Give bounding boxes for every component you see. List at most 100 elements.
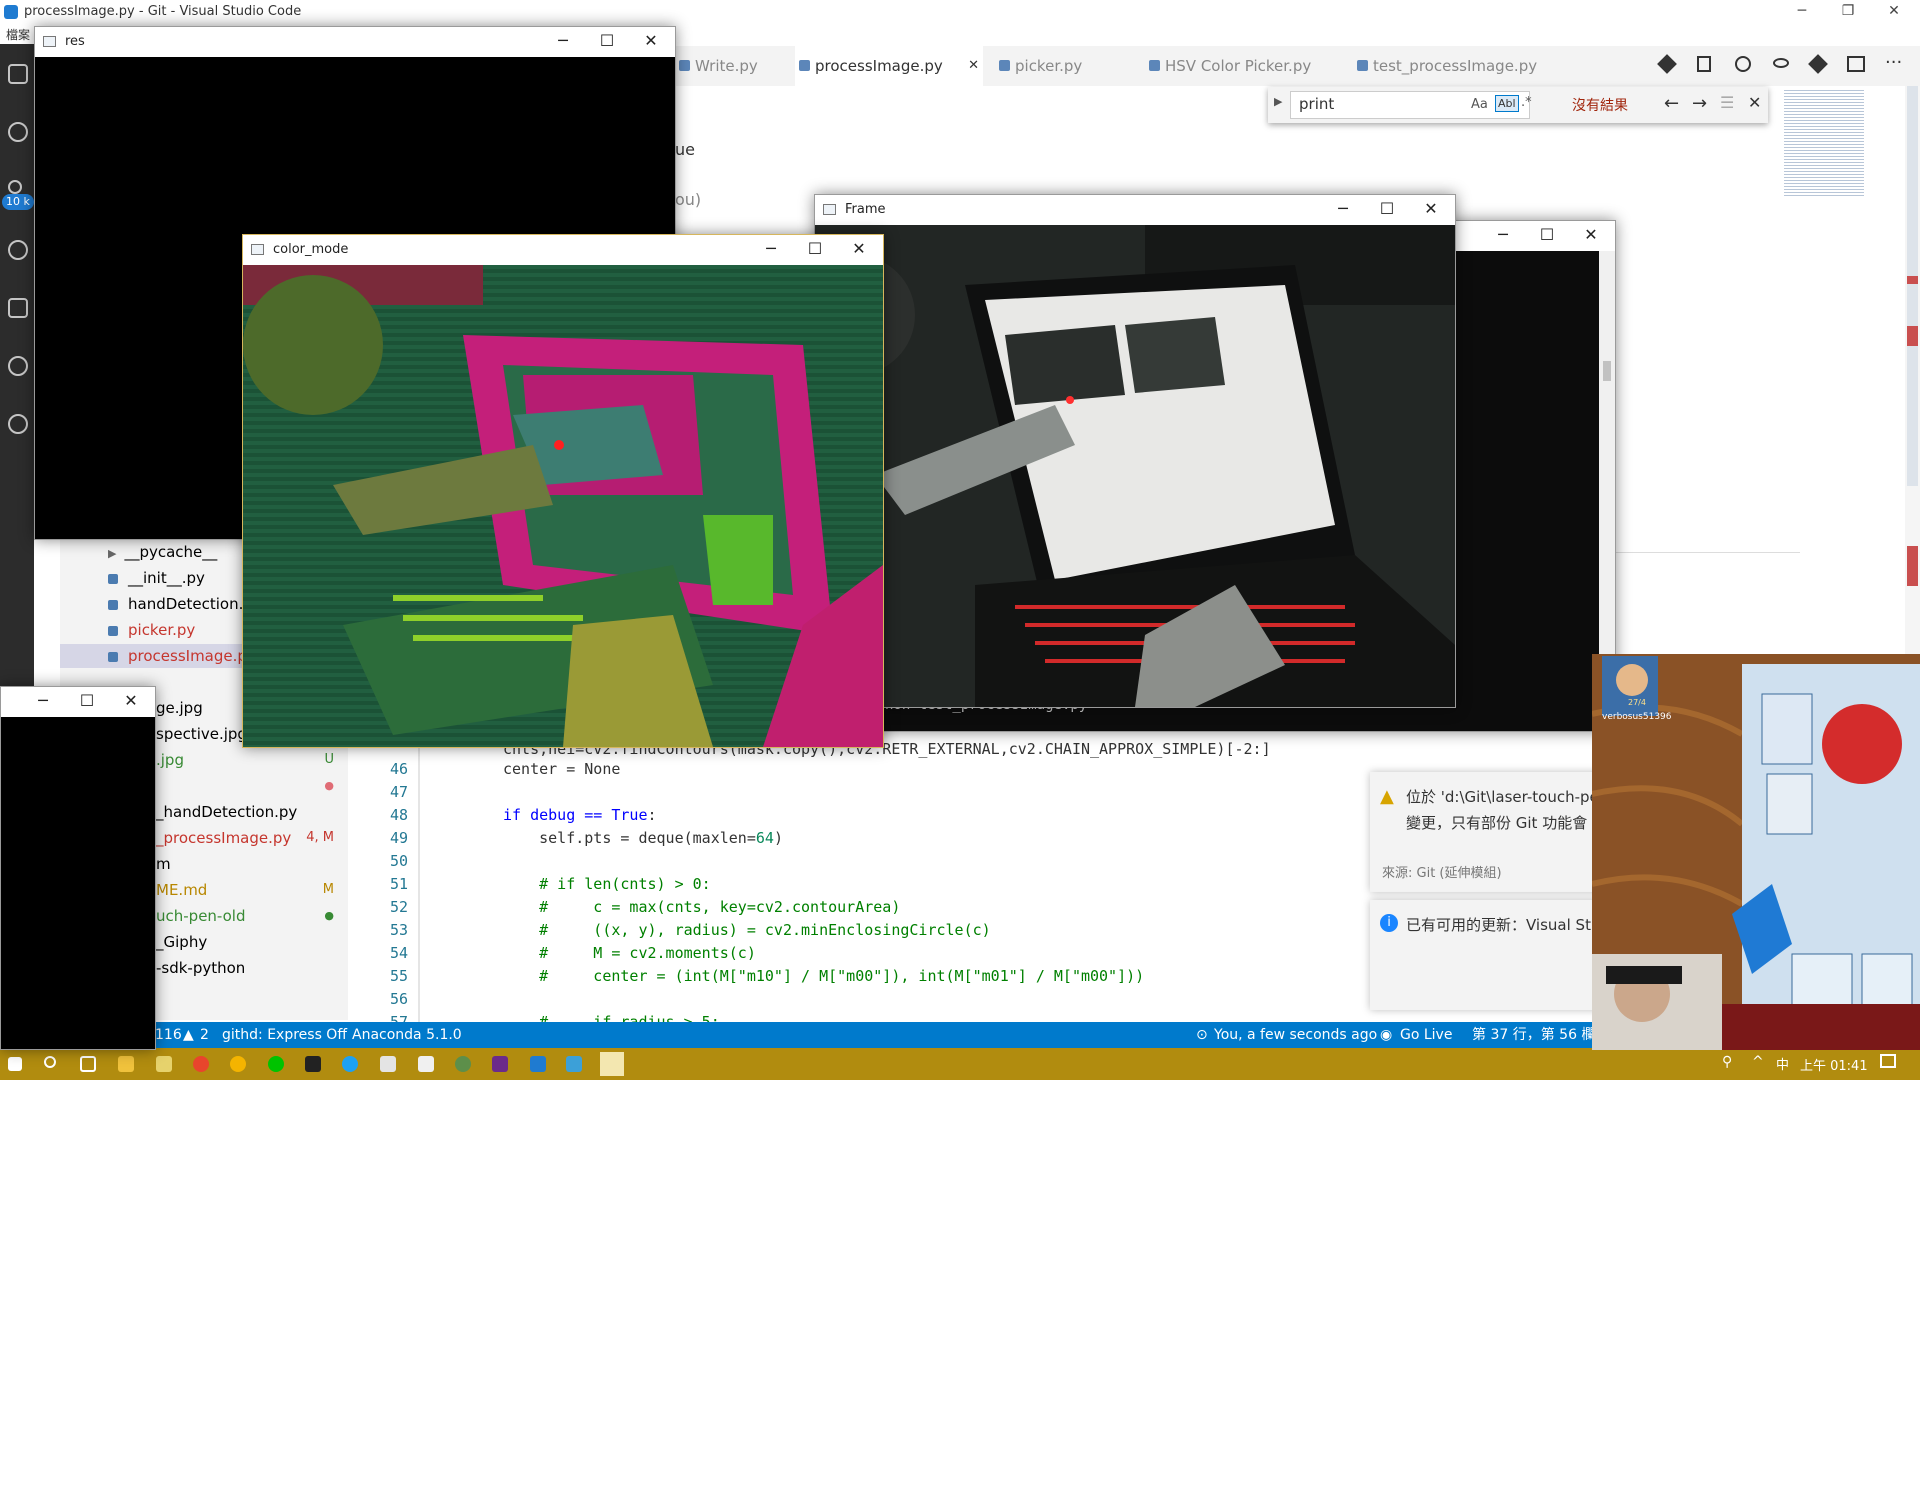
maximize-button[interactable]: ☐: [1525, 221, 1569, 251]
maximize-button[interactable]: ☐: [1365, 195, 1409, 225]
app-icon[interactable]: [342, 1056, 358, 1072]
extensions-icon[interactable]: [8, 298, 28, 318]
go-live-button[interactable]: Go Live: [1400, 1022, 1452, 1048]
close-button[interactable]: ✕: [837, 235, 881, 265]
explorer-file[interactable]: spective.jpg: [156, 722, 247, 746]
close-find-icon[interactable]: ✕: [1748, 93, 1761, 112]
match-case-button[interactable]: Aa: [1471, 97, 1488, 112]
explorer-file[interactable]: _processImage.py 4, M: [156, 826, 346, 850]
debug-icon[interactable]: [8, 240, 28, 260]
close-button[interactable]: ✕: [1874, 0, 1914, 24]
obs-icon[interactable]: [492, 1056, 508, 1072]
explorer-folder[interactable]: ▶ __pycache__: [108, 540, 217, 564]
people-icon[interactable]: ⚲: [1722, 1054, 1732, 1070]
color-mode-window[interactable]: color_mode ─ ☐ ✕: [242, 234, 884, 748]
live-share-icon[interactable]: [8, 356, 28, 376]
close-button[interactable]: ✕: [1409, 195, 1453, 225]
minimize-button[interactable]: ─: [1481, 221, 1525, 251]
window-icon[interactable]: [380, 1056, 396, 1072]
ime-indicator[interactable]: 中: [1776, 1054, 1789, 1073]
open-changes-icon[interactable]: [1657, 54, 1677, 74]
restore-button[interactable]: ❐: [1828, 0, 1868, 24]
explorer-file[interactable]: .jpg U: [156, 748, 346, 772]
minimize-button[interactable]: ─: [749, 235, 793, 265]
taskbar-clock[interactable]: 上午 01:41: [1800, 1055, 1868, 1074]
whole-word-button[interactable]: Abl: [1495, 95, 1519, 112]
warnings-count[interactable]: 2: [200, 1022, 209, 1048]
tab-write[interactable]: Write.py: [675, 46, 809, 86]
app-icon[interactable]: [455, 1056, 471, 1072]
explorer-file[interactable]: ME.md M: [156, 878, 346, 902]
more-actions-icon[interactable]: ···: [1885, 52, 1902, 73]
terminal-icon[interactable]: [305, 1056, 321, 1072]
toggle-replace-icon[interactable]: ▶: [1274, 95, 1282, 108]
source-control-icon[interactable]: [8, 180, 22, 194]
git-blame-status[interactable]: You, a few seconds ago: [1214, 1022, 1377, 1048]
next-match-icon[interactable]: →: [1692, 93, 1707, 114]
git-icon[interactable]: [1808, 54, 1828, 74]
explorer-file[interactable]: ge.jpg: [156, 696, 203, 720]
regex-button[interactable]: .*: [1521, 95, 1532, 110]
problems-count[interactable]: 116: [155, 1022, 182, 1048]
file-explorer-icon[interactable]: [118, 1056, 134, 1072]
maximize-button[interactable]: ☐: [793, 235, 837, 265]
photos-icon[interactable]: [566, 1056, 582, 1072]
res-titlebar[interactable]: res ─ ☐ ✕: [35, 27, 675, 57]
update-notification[interactable]: i 已有可用的更新：Visual St: [1370, 900, 1600, 1010]
close-button[interactable]: ✕: [629, 27, 673, 57]
explorer-file[interactable]: _handDetection.py: [156, 800, 297, 824]
explorer-file[interactable]: handDetection.p: [108, 592, 253, 616]
minimap[interactable]: [1780, 86, 1900, 206]
preview-icon[interactable]: [1735, 56, 1751, 72]
tab-close-icon[interactable]: ✕: [968, 46, 979, 86]
tab-picker[interactable]: picker.py: [995, 46, 1135, 86]
python-interpreter[interactable]: Anaconda 5.1.0: [352, 1022, 462, 1048]
cursor-position[interactable]: 第 37 行，第 56 欄: [1472, 1022, 1595, 1048]
close-button[interactable]: ✕: [109, 687, 153, 717]
search-icon[interactable]: [8, 122, 28, 142]
compare-icon[interactable]: [1697, 56, 1711, 72]
frame-window[interactable]: Frame ─ ☐ ✕: [814, 194, 1456, 708]
explorer-folder[interactable]: uch-pen-old ●: [156, 904, 346, 928]
git-warning-notification[interactable]: ▲ 位於 'd:\Git\laser-touch-pe 變更，只有部份 Git …: [1370, 772, 1600, 892]
explorer-folder[interactable]: _Giphy: [156, 930, 207, 954]
search-icon[interactable]: [44, 1056, 56, 1068]
tab-processimage[interactable]: processImage.py ✕: [795, 46, 983, 86]
minimize-button[interactable]: ─: [1321, 195, 1365, 225]
line-icon[interactable]: [268, 1056, 284, 1072]
tab-hsv-color-picker[interactable]: HSV Color Picker.py: [1145, 46, 1345, 86]
minimize-button[interactable]: ─: [21, 687, 65, 717]
chrome-canary-icon[interactable]: [230, 1056, 246, 1072]
mask-window[interactable]: ─ ☐ ✕: [0, 686, 156, 1050]
explorer-file[interactable]: picker.py: [108, 618, 195, 642]
remote-icon[interactable]: [8, 414, 28, 434]
tray-chevron-icon[interactable]: ^: [1752, 1054, 1764, 1070]
action-center-icon[interactable]: [1880, 1054, 1896, 1068]
notepad-icon[interactable]: [156, 1056, 172, 1072]
task-view-icon[interactable]: [80, 1056, 96, 1072]
explorer-file[interactable]: __init__.py: [108, 566, 205, 590]
chrome-icon[interactable]: [193, 1056, 209, 1072]
explorer-icon[interactable]: [8, 64, 28, 84]
menu-file[interactable]: 檔案: [6, 26, 30, 43]
previous-match-icon[interactable]: ←: [1664, 93, 1679, 114]
split-editor-icon[interactable]: [1847, 56, 1865, 72]
mask-titlebar[interactable]: ─ ☐ ✕: [1, 687, 155, 717]
minimize-button[interactable]: ─: [541, 27, 585, 57]
githd-status[interactable]: githd: Express Off: [222, 1022, 347, 1048]
maximize-button[interactable]: ☐: [65, 687, 109, 717]
active-app-icon[interactable]: [600, 1052, 624, 1076]
windows-start-icon[interactable]: [8, 1057, 22, 1071]
color-mode-titlebar[interactable]: color_mode ─ ☐ ✕: [243, 235, 883, 265]
eye-icon[interactable]: [1773, 58, 1789, 68]
minimize-button[interactable]: ─: [1782, 0, 1822, 24]
find-input[interactable]: print Aa Abl .*: [1290, 91, 1532, 119]
explorer-folder[interactable]: -sdk-python: [156, 956, 245, 980]
close-button[interactable]: ✕: [1569, 221, 1613, 251]
find-in-selection-icon[interactable]: ☰: [1720, 93, 1734, 112]
explorer-file[interactable]: m: [156, 852, 171, 876]
tab-test-processimage[interactable]: test_processImage.py: [1353, 46, 1573, 86]
frame-titlebar[interactable]: Frame ─ ☐ ✕: [815, 195, 1455, 225]
maximize-button[interactable]: ☐: [585, 27, 629, 57]
explorer-file[interactable]: ●: [156, 774, 346, 798]
